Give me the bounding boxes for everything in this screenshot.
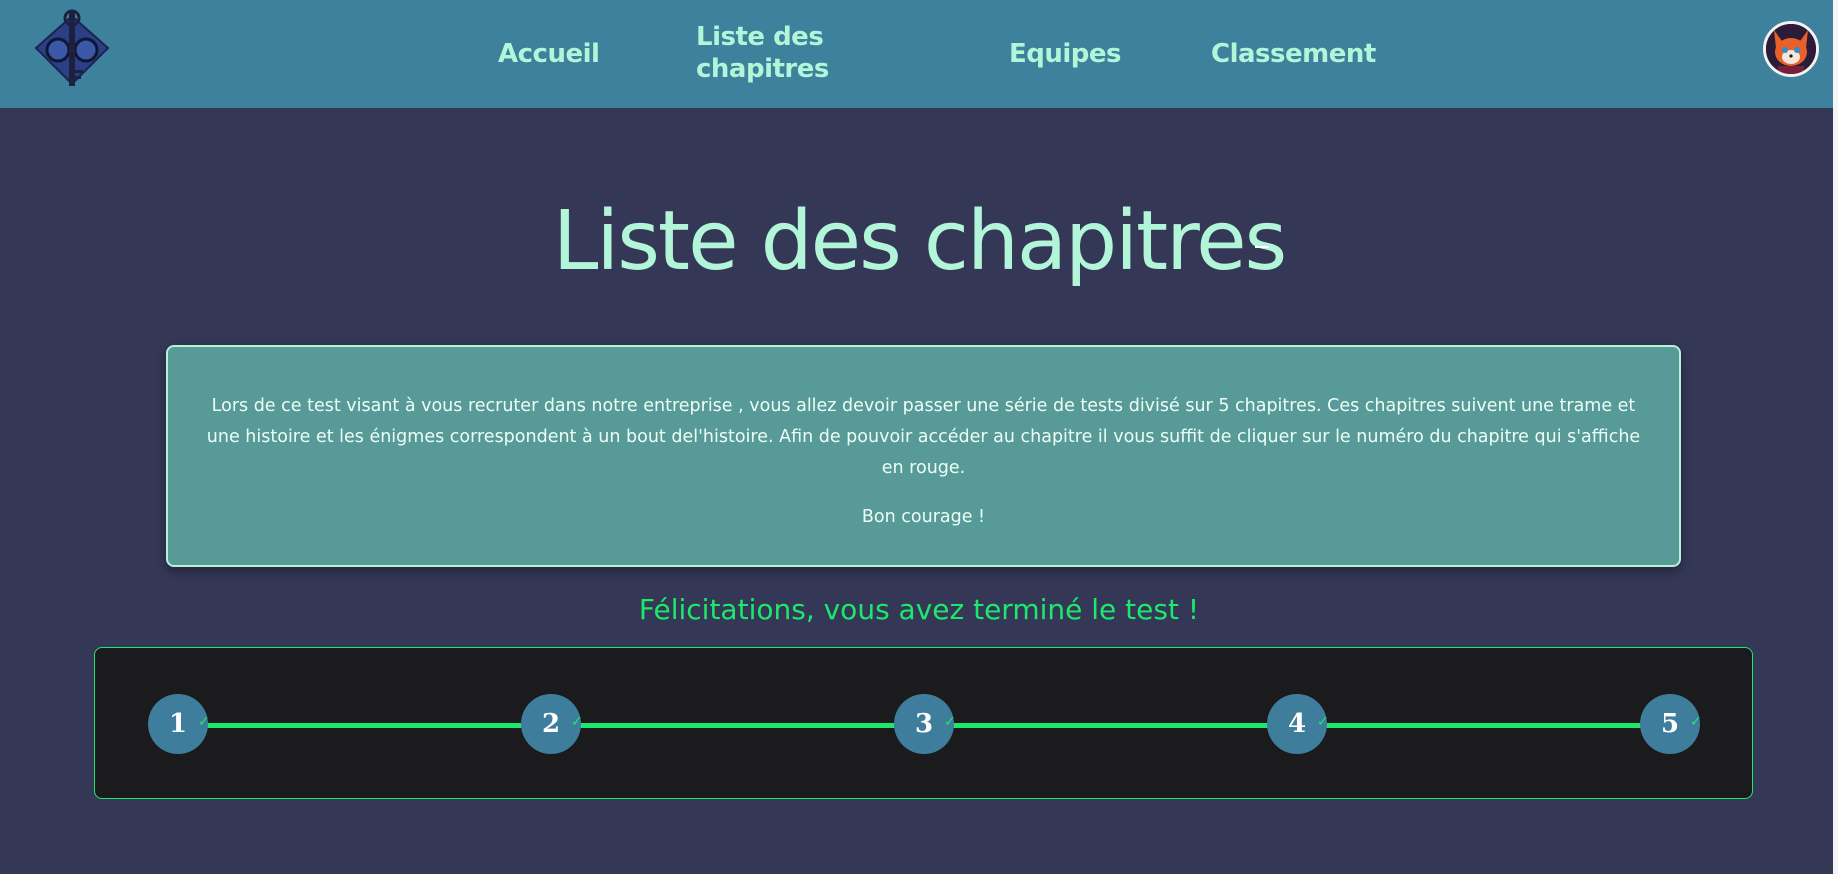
nav-teams-link[interactable]: Equipes — [1009, 38, 1122, 70]
check-icon: ✓ — [1317, 714, 1329, 730]
intro-card: Lors de ce test visant à vous recruter d… — [166, 345, 1681, 567]
check-icon: ✓ — [1690, 714, 1702, 730]
nav-chapters-link[interactable]: Liste des chapitres — [696, 21, 846, 85]
intro-cheer: Bon courage ! — [861, 507, 986, 527]
page-title: Liste des chapitres — [552, 194, 1288, 289]
top-navbar: Accueil Liste des chapitres Equipes Clas… — [0, 0, 1838, 108]
key-logo-icon[interactable] — [28, 4, 116, 92]
chapter-progress-panel: 1 ✓ 2 ✓ 3 ✓ 4 ✓ 5 ✓ — [94, 647, 1753, 799]
window-edge — [1833, 0, 1838, 874]
red-panda-avatar-icon — [1766, 24, 1816, 74]
check-icon: ✓ — [198, 714, 210, 730]
intro-text: Lors de ce test visant à vous recruter d… — [206, 396, 1641, 478]
check-icon: ✓ — [571, 714, 583, 730]
check-icon: ✓ — [944, 714, 956, 730]
nav-home-link[interactable]: Accueil — [498, 38, 600, 70]
completion-message: Félicitations, vous avez terminé le test… — [638, 593, 1200, 626]
nav-ranking-link[interactable]: Classement — [1211, 38, 1376, 70]
user-avatar[interactable] — [1763, 21, 1819, 77]
title-decoration — [1255, 246, 1269, 248]
